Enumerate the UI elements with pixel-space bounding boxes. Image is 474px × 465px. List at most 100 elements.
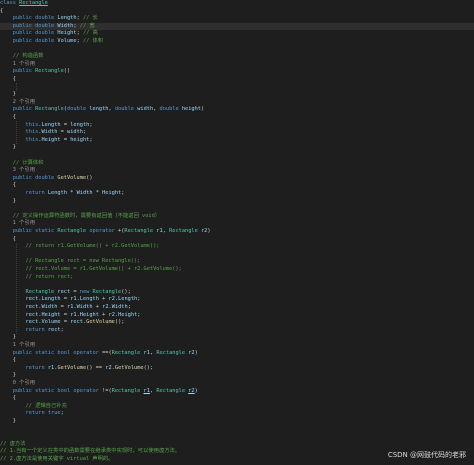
code-line[interactable]: rect.Height = r1.Height + r2.Height; [0, 312, 474, 320]
code-token: GetVolume [57, 174, 87, 181]
code-token: public double [12, 38, 58, 44]
code-line[interactable]: this.Height = height; [0, 137, 474, 145]
code-line[interactable]: return true; [0, 410, 474, 418]
code-line[interactable]: // 计算体积 [0, 160, 474, 168]
code-token: * [66, 190, 77, 196]
code-line[interactable]: public double Length; // 长 [0, 15, 474, 23]
code-line[interactable]: public double GetVolume() [0, 175, 474, 183]
code-token: this [25, 136, 39, 143]
code-token: Rectangle [156, 349, 189, 356]
code-line[interactable] [0, 251, 474, 259]
code-token: public static bool operator [12, 349, 103, 356]
code-token: width [67, 129, 83, 136]
code-line[interactable]: } [0, 418, 474, 426]
code-line[interactable] [0, 281, 474, 289]
code-token: = [57, 304, 68, 310]
code-token: { [0, 7, 4, 14]
code-line[interactable]: this.Length = length; [0, 122, 474, 130]
code-token: length [70, 121, 90, 128]
code-token: } [0, 334, 16, 341]
code-line[interactable]: // 构造函数 [0, 53, 474, 61]
code-token: 2 个引用 [12, 98, 36, 105]
code-line[interactable]: // 定义操作运算符函数时，需要有返回值（不能返回 void） [0, 213, 474, 221]
code-line[interactable]: rect.Length = r1.Length + r2.Length; [0, 296, 474, 304]
code-line[interactable]: // 逻辑自己补充 [0, 403, 474, 411]
code-editor[interactable]: class Rectangle{ public double Length; /… [0, 0, 474, 465]
code-line[interactable] [0, 84, 474, 92]
code-line[interactable]: 0 个引用 [0, 380, 474, 388]
code-token: ) [201, 106, 205, 113]
code-token: Rectangle [35, 68, 64, 75]
code-token: = [60, 296, 71, 303]
code-line[interactable]: { [0, 395, 474, 403]
code-token: Width [41, 129, 58, 136]
code-line[interactable]: // Rectangle rect = new Rectangle(); [0, 258, 474, 266]
code-token: // 虚方法 [0, 440, 26, 447]
code-token: this [25, 121, 39, 128]
code-line[interactable]: } [0, 334, 474, 342]
code-line[interactable]: return r1.GetVolume() == r2.GetVolume(); [0, 365, 474, 373]
code-line[interactable]: // rect.Volume = r1.GetVolume() + r2.Get… [0, 266, 474, 274]
code-token: Length [47, 190, 67, 196]
code-line[interactable]: public double Height; // 高 [0, 30, 474, 38]
code-line[interactable]: public double Volume; // 体积 [0, 38, 474, 46]
code-line[interactable]: 1 个引用 [0, 61, 474, 69]
code-line[interactable]: public Rectangle() [0, 68, 474, 76]
code-line[interactable]: Rectangle rect = new Rectangle(); [0, 289, 474, 297]
code-line[interactable]: 3 个引用 [0, 167, 474, 175]
code-token: Height [118, 311, 138, 318]
code-token: // rect.Volume = r1.GetVolume() + r2.Get… [25, 266, 182, 272]
code-token: = [70, 288, 80, 295]
code-token: rect [70, 319, 83, 326]
code-line[interactable] [0, 152, 474, 160]
code-line[interactable]: } [0, 91, 474, 99]
code-line[interactable]: 1 个引用 [0, 220, 474, 228]
code-line[interactable]: return Length * Width * Height; [0, 190, 474, 198]
code-token: Height [41, 136, 61, 143]
code-line[interactable] [0, 46, 474, 54]
code-token: // 2.虚方法是使用关键字 virtual 声明的。 [0, 456, 114, 462]
code-line[interactable] [0, 433, 474, 441]
code-line[interactable]: { [0, 182, 474, 190]
code-line[interactable]: public Rectangle(double length, double w… [0, 106, 474, 114]
code-token: } [0, 197, 16, 204]
code-line[interactable]: { [0, 236, 474, 244]
code-line[interactable]: rect.Width = r1.Width + r2.Width; [0, 304, 474, 312]
code-line[interactable] [0, 205, 474, 213]
code-line[interactable]: // return r1.GetVolume() + r2.GetVolume(… [0, 243, 474, 251]
code-line[interactable]: 2 个引用 [0, 99, 474, 107]
code-line[interactable]: public static bool operator ==(Rectangle… [0, 350, 474, 358]
code-line[interactable]: return rect; [0, 327, 474, 335]
code-line[interactable]: this.Width = width; [0, 129, 474, 137]
code-line[interactable]: 1 个引用 [0, 342, 474, 350]
code-line[interactable]: class Rectangle [0, 0, 474, 8]
code-line[interactable]: } [0, 198, 474, 206]
code-line[interactable]: { [0, 114, 474, 122]
code-token: () [86, 174, 93, 181]
code-line[interactable]: { [0, 357, 474, 365]
code-line[interactable]: rect.Volume = rect.GetVolume(); [0, 319, 474, 327]
code-token: // Rectangle rect = new Rectangle(); [25, 258, 141, 265]
code-line[interactable]: } [0, 372, 474, 380]
code-line[interactable]: // return rect; [0, 274, 474, 282]
code-token: double [67, 106, 90, 113]
code-line[interactable]: public static Rectangle operator +(Recta… [0, 228, 474, 236]
code-token: rect [25, 319, 39, 326]
code-token: Rectangle [57, 228, 90, 234]
code-token: public double [12, 22, 58, 29]
code-line[interactable]: public static bool operator !=(Rectangle… [0, 388, 474, 396]
code-line[interactable] [0, 426, 474, 434]
code-line[interactable]: { [0, 76, 474, 84]
code-line[interactable]: } [0, 144, 474, 152]
